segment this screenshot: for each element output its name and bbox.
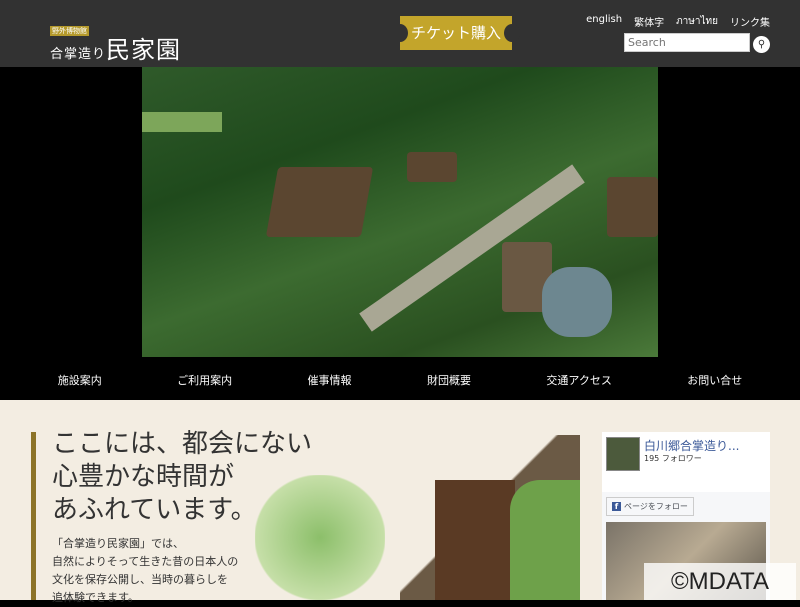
accent-bar [31, 432, 36, 600]
facebook-follow-button[interactable]: f ページをフォロー [606, 497, 694, 516]
nav-foundation[interactable]: 財団概要 [427, 372, 471, 388]
nav-access[interactable]: 交通アクセス [546, 372, 611, 388]
intro-headline: ここには、都会にない 心豊かな時間が あふれています。 [52, 428, 312, 527]
lang-english[interactable]: english [586, 14, 622, 29]
headline-line: ここには、都会にない [52, 429, 313, 459]
nav-events[interactable]: 催事情報 [308, 372, 352, 388]
headline-line: 心豊かな時間が [52, 462, 235, 492]
body-line: 自然によりそって生きた昔の日本人の [52, 555, 239, 568]
lang-thai[interactable]: ภาษาไทย [676, 14, 718, 29]
nav-facilities[interactable]: 施設案内 [58, 372, 102, 388]
house-wall [435, 480, 515, 600]
logo-small: 合掌造り [50, 47, 107, 62]
search-input[interactable] [624, 33, 750, 52]
site-header: 野外博物館 合掌造り民家園 チケット購入 english 繁体字 ภาษาไทย… [0, 0, 800, 67]
body-line: 「合掌造り民家園」では、 [52, 537, 184, 550]
body-line: 文化を保存公開し、当時の暮らしを [52, 573, 228, 586]
search-icon[interactable]: ⚲ [753, 36, 770, 53]
follow-label: ページをフォロー [624, 502, 688, 511]
language-links: english 繁体字 ภาษาไทย リンク集 [586, 14, 770, 29]
intro-body: 「合掌造り民家園」では、 自然によりそって生きた昔の日本人の 文化を保存公開し、… [52, 535, 238, 607]
logo-tag: 野外博物館 [50, 26, 89, 36]
nav-usage-guide[interactable]: ご利用案内 [177, 372, 232, 388]
headline-line: あふれています。 [52, 495, 257, 525]
plants-image [510, 480, 580, 600]
logo-main: 民家園 [106, 36, 182, 64]
facebook-page-name[interactable]: 白川郷合掌造り... [644, 437, 739, 454]
site-logo[interactable]: 野外博物館 合掌造り民家園 [50, 18, 181, 68]
link-collection[interactable]: リンク集 [730, 14, 770, 29]
hero-image [142, 67, 658, 357]
ticket-purchase-button[interactable]: チケット購入 [392, 16, 520, 50]
watermark: ©MDATA [644, 563, 796, 600]
lang-traditional-chinese[interactable]: 繁体字 [634, 14, 664, 29]
body-line: 追体験できます。 [52, 591, 139, 604]
nav-contact[interactable]: お問い合せ [687, 372, 742, 388]
facebook-followers: 195 フォロワー [644, 454, 702, 463]
facebook-page-avatar[interactable] [606, 437, 640, 471]
main-nav: 施設案内 ご利用案内 催事情報 財団概要 交通アクセス お問い合せ [0, 360, 800, 400]
facebook-icon: f [612, 502, 621, 511]
